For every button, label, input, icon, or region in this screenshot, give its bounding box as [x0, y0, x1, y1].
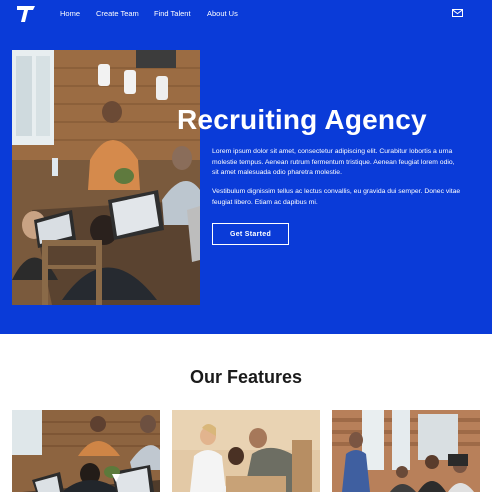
nav-about-us[interactable]: About Us	[207, 9, 238, 18]
hero-paragraph-2: Vestibulum dignissim tellus ac lectus co…	[212, 188, 461, 206]
nav-create-team[interactable]: Create Team	[96, 9, 139, 18]
hero-title: Recruiting Agency	[177, 104, 427, 135]
feature-card-3-photo[interactable]	[332, 410, 480, 492]
mail-icon[interactable]	[452, 9, 463, 17]
hero-section: Home Create Team Find Talent About Us Re…	[0, 0, 492, 334]
feature-card-2-photo[interactable]	[172, 410, 320, 492]
nav-find-talent[interactable]: Find Talent	[154, 9, 191, 18]
nav-home[interactable]: Home	[60, 9, 80, 18]
hero-team-photo	[12, 50, 200, 305]
get-started-button[interactable]: Get Started	[212, 223, 289, 245]
feature-card-1-photo[interactable]	[12, 410, 160, 492]
hero-paragraph-1: Lorem ipsum dolor sit amet, consectetur …	[212, 148, 455, 176]
features-title: Our Features	[189, 367, 303, 387]
brand-logo-icon[interactable]	[16, 5, 36, 23]
